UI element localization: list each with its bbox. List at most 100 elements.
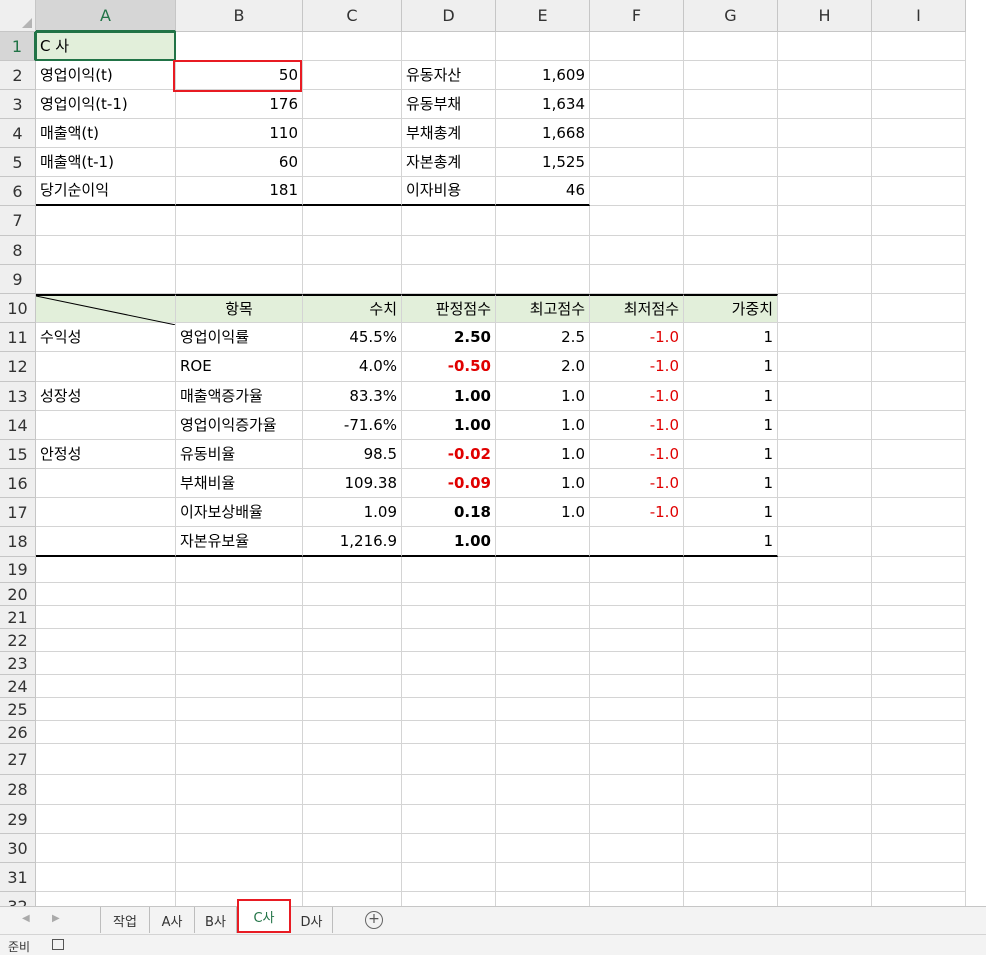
column-header-b[interactable]: B [176, 0, 303, 32]
max-score-cell[interactable]: 1.0 [496, 469, 590, 498]
diagonal-header-cell[interactable] [36, 294, 176, 325]
empty-cell[interactable] [402, 629, 496, 652]
row-header-3[interactable]: 3 [0, 90, 36, 119]
score-cell[interactable]: 2.50 [402, 323, 496, 352]
column-header-i[interactable]: I [872, 0, 966, 32]
empty-cell[interactable] [590, 32, 684, 61]
column-header-d[interactable]: D [402, 0, 496, 32]
empty-cell[interactable] [872, 498, 966, 527]
row-header-26[interactable]: 26 [0, 721, 36, 744]
weight-cell[interactable]: 1 [684, 527, 778, 557]
empty-cell[interactable] [872, 294, 966, 323]
empty-cell[interactable] [176, 721, 303, 744]
row-header-14[interactable]: 14 [0, 411, 36, 440]
value-cell[interactable]: 98.5 [303, 440, 402, 469]
empty-cell[interactable] [303, 583, 402, 606]
empty-cell[interactable] [590, 236, 684, 265]
empty-cell[interactable] [684, 892, 778, 906]
top-right-value[interactable]: 1,668 [496, 119, 590, 148]
empty-cell[interactable] [402, 606, 496, 629]
empty-cell[interactable] [402, 32, 496, 61]
empty-cell[interactable] [684, 61, 778, 90]
empty-cell[interactable] [684, 583, 778, 606]
row-header-5[interactable]: 5 [0, 148, 36, 177]
item-cell[interactable]: 영업이익증가율 [176, 411, 303, 440]
empty-cell[interactable] [303, 675, 402, 698]
empty-cell[interactable] [402, 892, 496, 906]
empty-cell[interactable] [872, 382, 966, 411]
row-header-19[interactable]: 19 [0, 557, 36, 583]
empty-cell[interactable] [684, 863, 778, 892]
empty-cell[interactable] [36, 265, 176, 294]
empty-cell[interactable] [778, 382, 872, 411]
min-score-cell[interactable]: -1.0 [590, 411, 684, 440]
top-left-label[interactable]: 매출액(t-1) [36, 148, 176, 177]
empty-cell[interactable] [778, 440, 872, 469]
empty-cell[interactable] [176, 834, 303, 863]
empty-cell[interactable] [303, 863, 402, 892]
top-left-value[interactable]: 60 [176, 148, 303, 177]
title-cell[interactable]: C 사 [36, 32, 176, 61]
weight-cell[interactable]: 1 [684, 352, 778, 382]
empty-cell[interactable] [872, 675, 966, 698]
empty-cell[interactable] [36, 721, 176, 744]
empty-cell[interactable] [36, 557, 176, 583]
empty-cell[interactable] [684, 834, 778, 863]
empty-cell[interactable] [778, 469, 872, 498]
row-header-13[interactable]: 13 [0, 382, 36, 411]
weight-cell[interactable]: 1 [684, 440, 778, 469]
empty-cell[interactable] [303, 721, 402, 744]
empty-cell[interactable] [872, 744, 966, 775]
value-cell[interactable]: -71.6% [303, 411, 402, 440]
row-header-6[interactable]: 6 [0, 177, 36, 206]
empty-cell[interactable] [778, 629, 872, 652]
column-header-c[interactable]: C [303, 0, 402, 32]
empty-cell[interactable] [303, 606, 402, 629]
empty-cell[interactable] [778, 652, 872, 675]
column-header-g[interactable]: G [684, 0, 778, 32]
empty-cell[interactable] [872, 863, 966, 892]
empty-cell[interactable] [303, 834, 402, 863]
empty-cell[interactable] [872, 411, 966, 440]
min-score-cell[interactable] [590, 527, 684, 557]
empty-cell[interactable] [176, 236, 303, 265]
empty-cell[interactable] [176, 629, 303, 652]
empty-cell[interactable] [778, 744, 872, 775]
top-left-label[interactable]: 영업이익(t-1) [36, 90, 176, 119]
group-cell[interactable] [36, 469, 176, 498]
empty-cell[interactable] [778, 863, 872, 892]
empty-cell[interactable] [872, 629, 966, 652]
empty-cell[interactable] [684, 206, 778, 236]
group-cell[interactable]: 수익성 [36, 323, 176, 352]
row-header-31[interactable]: 31 [0, 863, 36, 892]
row-header-27[interactable]: 27 [0, 744, 36, 775]
empty-cell[interactable] [872, 606, 966, 629]
top-right-label[interactable]: 유동자산 [402, 61, 496, 90]
top-left-label[interactable]: 영업이익(t) [36, 61, 176, 90]
empty-cell[interactable] [303, 206, 402, 236]
empty-cell[interactable] [684, 775, 778, 805]
top-left-label[interactable]: 당기순이익 [36, 177, 176, 206]
empty-cell[interactable] [778, 119, 872, 148]
max-score-cell[interactable]: 1.0 [496, 498, 590, 527]
empty-cell[interactable] [303, 236, 402, 265]
empty-cell[interactable] [36, 863, 176, 892]
row-header-25[interactable]: 25 [0, 698, 36, 721]
empty-cell[interactable] [590, 119, 684, 148]
table-header-cell[interactable]: 최고점수 [496, 294, 590, 323]
empty-cell[interactable] [872, 805, 966, 834]
select-all-corner[interactable] [0, 0, 36, 32]
empty-cell[interactable] [176, 805, 303, 834]
empty-cell[interactable] [590, 744, 684, 775]
empty-cell[interactable] [402, 721, 496, 744]
empty-cell[interactable] [778, 148, 872, 177]
sheet-tab[interactable]: C사 [237, 899, 291, 933]
empty-cell[interactable] [36, 629, 176, 652]
empty-cell[interactable] [590, 652, 684, 675]
empty-cell[interactable] [36, 583, 176, 606]
empty-cell[interactable] [590, 90, 684, 119]
min-score-cell[interactable]: -1.0 [590, 382, 684, 411]
empty-cell[interactable] [872, 557, 966, 583]
empty-cell[interactable] [872, 440, 966, 469]
value-cell[interactable]: 45.5% [303, 323, 402, 352]
